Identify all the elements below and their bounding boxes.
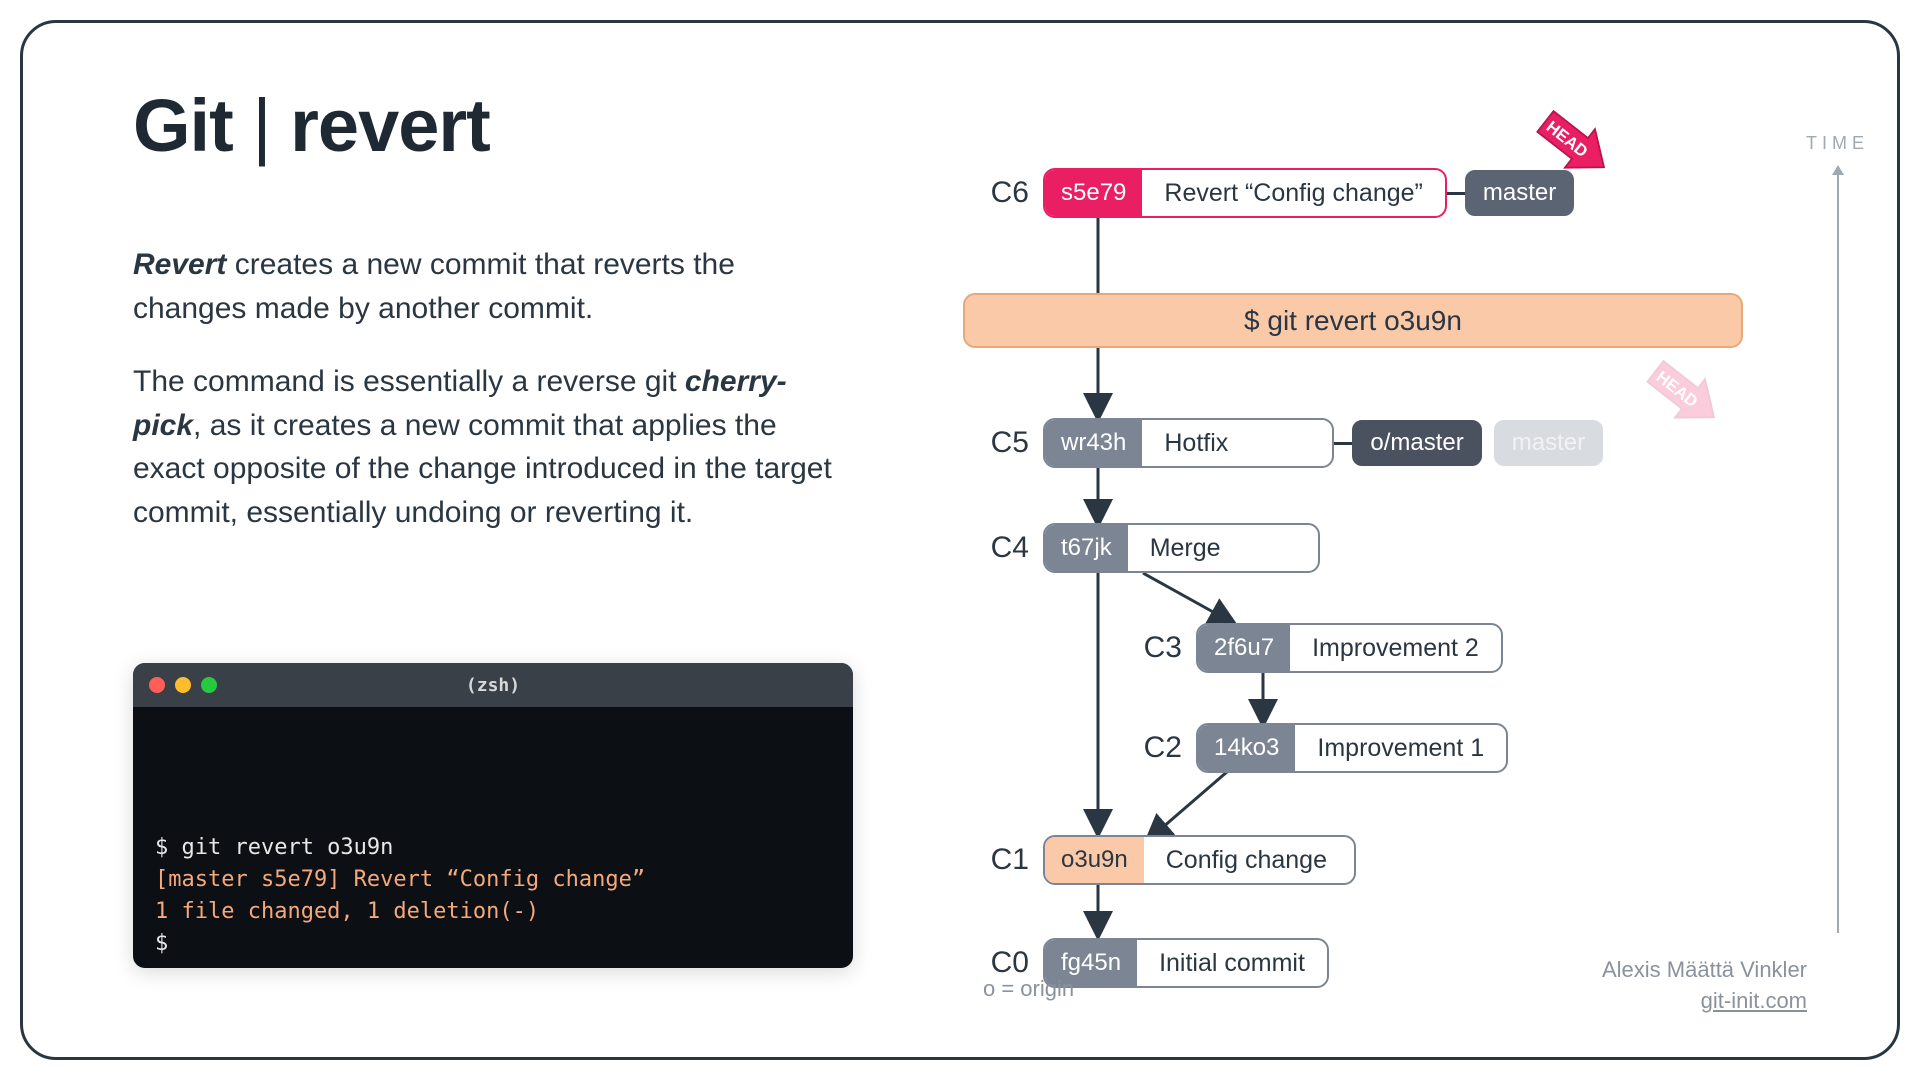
description-block: Revert creates a new commit that reverts… xyxy=(133,243,853,564)
tag-connector xyxy=(1334,442,1352,445)
title-sep: | xyxy=(233,84,290,167)
title-prefix: Git xyxy=(133,84,233,167)
commit-pill: 2f6u7 Improvement 2 xyxy=(1196,623,1503,673)
head-pointer-faded: HEAD xyxy=(1638,358,1728,428)
terminal-line-2: [master s5e79] Revert “Config change” xyxy=(155,864,831,896)
tag-connector xyxy=(1447,192,1465,195)
commit-label: C5 xyxy=(973,426,1029,460)
para-2-a: The command is essentially a reverse git xyxy=(133,365,685,398)
terminal-window: (zsh) $ git revert o3u9n [master s5e79] … xyxy=(133,663,853,968)
commit-msg: Revert “Config change” xyxy=(1142,179,1444,208)
origin-legend: o = origin xyxy=(983,976,1074,1002)
commit-c1: C1 o3u9n Config change xyxy=(973,835,1356,885)
commit-hash: t67jk xyxy=(1045,525,1128,571)
terminal-line-1: $ git revert o3u9n xyxy=(155,832,831,864)
commit-c2: C2 14ko3 Improvement 1 xyxy=(1126,723,1508,773)
commit-hash: o3u9n xyxy=(1045,837,1144,883)
commit-label: C2 xyxy=(1126,731,1182,765)
para-1: Revert creates a new commit that reverts… xyxy=(133,243,853,330)
commit-c5: C5 wr43h Hotfix o/master master xyxy=(973,418,1603,468)
commit-hash: s5e79 xyxy=(1045,170,1142,216)
commit-hash: wr43h xyxy=(1045,420,1142,466)
commit-pill: t67jk Merge xyxy=(1043,523,1320,573)
terminal-title: (zsh) xyxy=(133,675,853,696)
credit-name: Alexis Määttä Vinkler xyxy=(1602,955,1807,986)
terminal-line-4: $ xyxy=(155,928,831,960)
commit-hash: 2f6u7 xyxy=(1198,625,1290,671)
para-2-b: , as it creates a new commit that applie… xyxy=(133,409,832,529)
commit-msg: Config change xyxy=(1144,846,1354,875)
para-2: The command is essentially a reverse git… xyxy=(133,360,853,534)
commit-label: C6 xyxy=(973,176,1029,210)
head-pointer: HEAD xyxy=(1528,108,1618,178)
commit-label: C4 xyxy=(973,531,1029,565)
commit-label: C1 xyxy=(973,843,1029,877)
commit-pill: fg45n Initial commit xyxy=(1043,938,1329,988)
branch-tag-o-master: o/master xyxy=(1352,420,1481,466)
credit-block: Alexis Määttä Vinkler git-init.com xyxy=(1602,955,1807,1017)
commit-label: C0 xyxy=(973,946,1029,980)
git-graph: C6 s5e79 Revert “Config change” master H… xyxy=(973,143,1803,1013)
commit-pill: 14ko3 Improvement 1 xyxy=(1196,723,1508,773)
commit-c3: C3 2f6u7 Improvement 2 xyxy=(1126,623,1503,673)
commit-c6: C6 s5e79 Revert “Config change” master xyxy=(973,168,1574,218)
commit-c4: C4 t67jk Merge xyxy=(973,523,1320,573)
credit-url: git-init.com xyxy=(1602,986,1807,1017)
para-1-bold: Revert xyxy=(133,248,226,281)
commit-hash: 14ko3 xyxy=(1198,725,1295,771)
commit-msg: Initial commit xyxy=(1137,949,1327,978)
slide-frame: Git | revert Revert creates a new commit… xyxy=(20,20,1900,1060)
time-axis-arrow xyxy=(1837,173,1839,933)
command-bar-text: $ git revert o3u9n xyxy=(1244,305,1462,337)
commit-pill: o3u9n Config change xyxy=(1043,835,1356,885)
commit-msg: Merge xyxy=(1128,534,1318,563)
terminal-line-3: 1 file changed, 1 deletion(-) xyxy=(155,896,831,928)
title-cmd: revert xyxy=(290,84,490,167)
time-label: TIME xyxy=(1806,133,1869,154)
commit-msg: Improvement 1 xyxy=(1295,734,1506,763)
commit-msg: Hotfix xyxy=(1142,429,1332,458)
branch-tag-master-faded: master xyxy=(1494,420,1603,466)
command-bar: $ git revert o3u9n xyxy=(963,293,1743,348)
terminal-header: (zsh) xyxy=(133,663,853,707)
commit-pill: s5e79 Revert “Config change” xyxy=(1043,168,1447,218)
commit-label: C3 xyxy=(1126,631,1182,665)
terminal-body: $ git revert o3u9n [master s5e79] Revert… xyxy=(133,707,853,968)
commit-msg: Improvement 2 xyxy=(1290,634,1501,663)
commit-pill: wr43h Hotfix xyxy=(1043,418,1334,468)
